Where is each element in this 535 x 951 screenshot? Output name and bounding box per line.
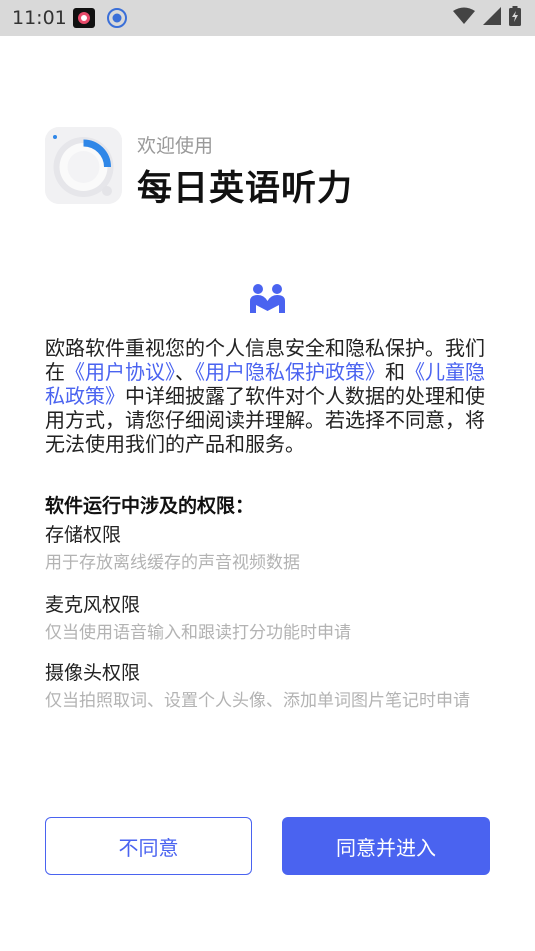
- privacy-intro: 欧路软件重视您的个人信息安全和隐私保护。我们在《用户协议》、《用户隐私保护政策》…: [45, 336, 495, 456]
- accept-button[interactable]: 同意并进入: [282, 817, 490, 875]
- people-icon: [249, 283, 286, 313]
- permission-desc: 仅当拍照取词、设置个人头像、添加单词图片笔记时申请: [45, 691, 470, 711]
- notification-shield-icon: [106, 7, 128, 29]
- battery-icon: [509, 6, 521, 30]
- welcome-text: 欢迎使用: [137, 135, 214, 157]
- system-icons: [453, 6, 521, 30]
- user-agreement-link[interactable]: 《用户协议》: [65, 360, 175, 384]
- permission-item-storage: 存储权限 用于存放离线缓存的声音视频数据: [45, 520, 495, 574]
- permission-name: 摄像头权限: [45, 662, 141, 684]
- permission-item-microphone: 麦克风权限 仅当使用语音输入和跟读打分功能时申请: [45, 590, 495, 644]
- permission-name: 存储权限: [45, 524, 122, 546]
- permission-name: 麦克风权限: [45, 594, 141, 616]
- permission-desc: 仅当使用语音输入和跟读打分功能时申请: [45, 623, 351, 643]
- decline-button[interactable]: 不同意: [45, 817, 252, 875]
- status-time: 11:01: [12, 7, 67, 29]
- wifi-icon: [453, 7, 475, 29]
- privacy-policy-link[interactable]: 《用户隐私保护政策》: [195, 360, 385, 384]
- permission-item-camera: 摄像头权限 仅当拍照取词、设置个人头像、添加单词图片笔记时申请: [45, 658, 495, 712]
- app-logo-icon: [45, 127, 122, 204]
- status-bar: 11:01: [0, 0, 535, 36]
- permission-desc: 用于存放离线缓存的声音视频数据: [45, 553, 300, 573]
- intro-sep-2: 和: [385, 360, 405, 384]
- notification-app-icon: [73, 8, 95, 28]
- permissions-title: 软件运行中涉及的权限：: [45, 495, 255, 517]
- app-name: 每日英语听力: [137, 169, 354, 209]
- signal-icon: [483, 7, 501, 29]
- intro-sep-1: 、: [175, 360, 195, 384]
